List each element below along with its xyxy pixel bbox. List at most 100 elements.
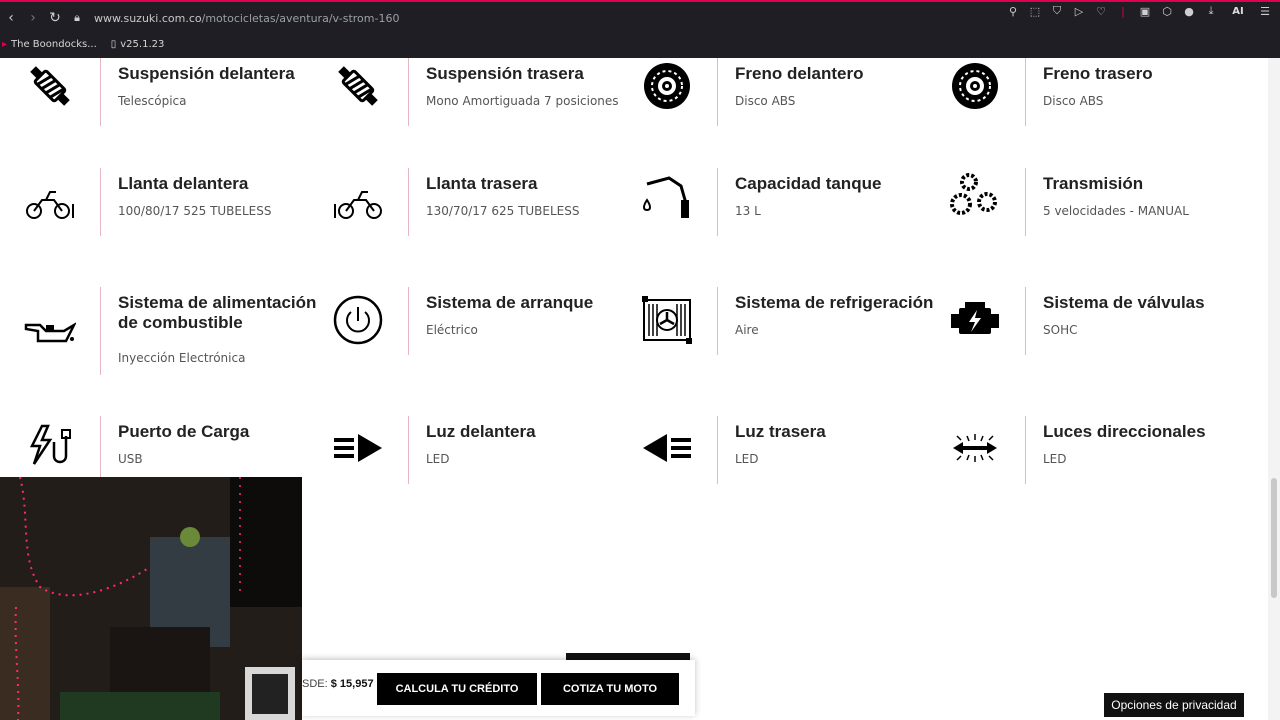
spec-title: Capacidad tanque: [735, 174, 882, 193]
spec-item: Llanta trasera 130/70/17 625 TUBELESS: [330, 168, 630, 238]
spec-title: Freno delantero: [735, 64, 864, 83]
spec-value: LED: [1043, 452, 1067, 466]
spec-value: Inyección Electrónica: [118, 351, 246, 365]
oil-can-icon: [22, 303, 78, 359]
bookmark-version[interactable]: ▯ v25.1.23: [111, 39, 165, 50]
spec-title: Luz trasera: [735, 422, 826, 441]
spec-item: Suspensión trasera Mono Amortiguada 7 po…: [330, 58, 630, 128]
spec-value: Telescópica: [118, 94, 187, 108]
spec-value: 130/70/17 625 TUBELESS: [426, 204, 580, 218]
spec-item: Suspensión delantera Telescópica: [22, 58, 322, 128]
spec-value: Eléctrico: [426, 323, 478, 337]
pin-icon[interactable]: ⚲: [1006, 4, 1020, 18]
taillight-icon: [639, 420, 695, 476]
bookmark-boondocks[interactable]: ▸ The Boondocks...: [2, 39, 97, 50]
bookmark-label: The Boondocks...: [11, 38, 97, 50]
reload-icon[interactable]: ↻: [44, 7, 66, 29]
forward-icon[interactable]: ›: [22, 7, 44, 29]
spec-item: Sistema de arranque Eléctrico: [330, 287, 630, 357]
calculate-credit-button[interactable]: CALCULA TU CRÉDITO: [377, 673, 537, 705]
rear-brake-disc-icon: [947, 58, 1003, 114]
spec-value: LED: [426, 452, 450, 466]
divider: [1025, 287, 1026, 355]
bookmarks-bar: ▸ The Boondocks... ▯ v25.1.23: [0, 34, 164, 54]
spec-value: SOHC: [1043, 323, 1078, 337]
scroll-thumb[interactable]: [1271, 478, 1277, 598]
profile-icon[interactable]: ●: [1182, 4, 1196, 18]
url-path: /motocicletas/aventura/v-strom-160: [201, 11, 400, 25]
ai-chat-icon[interactable]: ▣: [1138, 4, 1152, 18]
rear-suspension-icon: [330, 58, 386, 114]
spec-title: Sistema de alimentación de combustible: [118, 293, 317, 332]
price-label: SDE: $ 15,957: [302, 678, 374, 690]
spec-title: Luz delantera: [426, 422, 536, 441]
cta-bar: SDE: $ 15,957 CALCULA TU CRÉDITO COTIZA …: [302, 660, 695, 716]
shield-icon[interactable]: ⛉: [1050, 4, 1064, 18]
divider: [1025, 416, 1026, 484]
spec-title: Puerto de Carga: [118, 422, 250, 441]
toolbar-icons: ⚲ ⬚ ⛉ ▷ ♡ | ▣ ⬡ ● ⤓ AI ☰: [1006, 4, 1272, 18]
spec-title: Suspensión trasera: [426, 64, 584, 83]
spec-item: Llanta delantera 100/80/17 525 TUBELESS: [22, 168, 322, 238]
divider: [100, 168, 101, 236]
divider: [717, 58, 718, 126]
spec-title: Transmisión: [1043, 174, 1144, 193]
lock-icon: 🔒︎: [74, 11, 80, 24]
divider: [408, 58, 409, 126]
menu-icon[interactable]: ☰: [1258, 4, 1272, 18]
gears-icon: [947, 168, 1003, 224]
front-brake-disc-icon: [639, 58, 695, 114]
spec-value: Disco ABS: [735, 94, 796, 108]
divider: [100, 58, 101, 126]
page-scrollbar[interactable]: [1268, 58, 1280, 720]
front-tire-motorcycle-icon: [22, 176, 78, 232]
charging-port-icon: [22, 420, 78, 476]
accent-line: [0, 0, 1280, 2]
spec-title: Llanta trasera: [426, 174, 538, 193]
download-icon[interactable]: ⤓: [1204, 4, 1218, 18]
price-value: $ 15,957: [330, 678, 374, 690]
spec-title: Sistema de arranque: [426, 293, 594, 312]
radiator-fan-icon: [639, 292, 695, 348]
url-host: www.suzuki.com.co: [94, 11, 202, 25]
spec-value: 5 velocidades - MANUAL: [1043, 204, 1189, 218]
extensions-icon[interactable]: ⬡: [1160, 4, 1174, 18]
divider: [1025, 168, 1026, 236]
front-suspension-icon: [22, 58, 78, 114]
spec-title: Luces direccionales: [1043, 422, 1206, 441]
divider: [100, 287, 101, 375]
browser-toolbar: ‹ › ↻ 🔒︎ www.suzuki.com.co/motocicletas/…: [0, 0, 1280, 58]
engine-icon: [947, 292, 1003, 348]
spec-item: Luz trasera LED: [639, 416, 939, 486]
divider: [408, 168, 409, 236]
spec-item: Freno trasero Disco ABS: [947, 58, 1247, 128]
divider: [408, 416, 409, 484]
quote-bike-button[interactable]: COTIZA TU MOTO: [541, 673, 679, 705]
screenshot-icon[interactable]: ⬚: [1028, 4, 1042, 18]
send-icon[interactable]: ▷: [1072, 4, 1086, 18]
ai-button[interactable]: AI: [1226, 4, 1250, 18]
heart-icon[interactable]: ♡: [1094, 4, 1108, 18]
spec-value: 13 L: [735, 204, 761, 218]
rear-tire-motorcycle-icon: [330, 176, 386, 232]
divider: [1025, 58, 1026, 126]
spec-title: Suspensión delantera: [118, 64, 295, 83]
divider: [408, 287, 409, 355]
spec-title: Llanta delantera: [118, 174, 249, 193]
headlight-icon: [330, 420, 386, 476]
divider: [717, 168, 718, 236]
spec-item: Freno delantero Disco ABS: [639, 58, 939, 128]
privacy-options-button[interactable]: Opciones de privacidad: [1104, 693, 1244, 717]
play-icon: ▸: [2, 38, 8, 50]
spec-item: Sistema de refrigeración Aire: [639, 287, 939, 357]
spec-item: Capacidad tanque 13 L: [639, 168, 939, 238]
spec-item: Transmisión 5 velocidades - MANUAL: [947, 168, 1247, 238]
address-bar[interactable]: www.suzuki.com.co/motocicletas/aventura/…: [94, 12, 399, 25]
fuel-nozzle-icon: [639, 168, 695, 224]
bookmark-label: v25.1.23: [120, 38, 165, 50]
back-icon[interactable]: ‹: [0, 7, 22, 29]
spec-item: Sistema de alimentación de combustible I…: [22, 287, 322, 375]
spec-value: Disco ABS: [1043, 94, 1104, 108]
spec-value: USB: [118, 452, 143, 466]
spec-value: Aire: [735, 323, 759, 337]
